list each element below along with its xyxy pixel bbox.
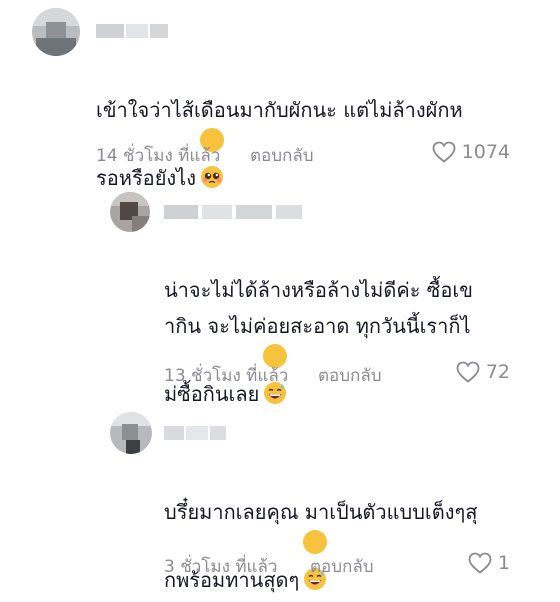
reply-button[interactable]: ตอบกลับ [250,142,314,169]
like-count: 72 [485,361,510,383]
reply-button[interactable]: ตอบกลับ [310,553,374,580]
heart-icon [456,361,480,383]
avatar[interactable] [110,192,150,232]
username-blurred[interactable] [164,426,226,440]
heart-icon [468,552,492,574]
comment-timestamp: 3 ชั่วโมง ที่แล้ว [164,557,278,577]
avatar[interactable] [110,412,152,454]
username-blurred[interactable] [96,24,168,38]
like-button[interactable]: 72 [456,361,510,383]
grinning-sweat-face-icon [303,530,328,590]
like-button[interactable]: 1 [468,552,510,574]
avatar[interactable] [32,8,80,56]
like-button[interactable]: 1074 [432,141,510,163]
comment-timestamp: 14 ชั่วโมง ที่แล้ว [96,146,221,166]
username-blurred[interactable] [164,205,302,219]
comment-text: เข้าใจว่าไส้เดือนมากับผักนะ แต่ไม่ล้างผั… [96,98,463,190]
heart-icon [432,141,456,163]
like-count: 1 [497,552,510,574]
reply-button[interactable]: ตอบกลับ [318,362,382,389]
like-count: 1074 [461,141,510,163]
comment-timestamp: 13 ชั่วโมง ที่แล้ว [164,366,289,386]
